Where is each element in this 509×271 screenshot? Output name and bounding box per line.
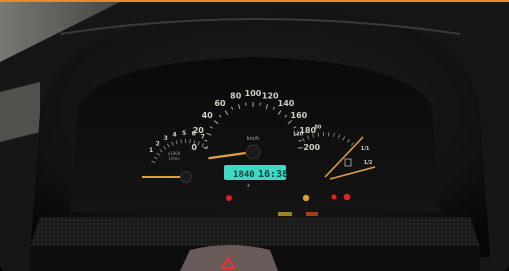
speedo-tick-label: 60 <box>214 99 226 108</box>
tach-unit-label: 1/min <box>168 156 180 161</box>
temp-tick-label: 120 <box>293 132 304 138</box>
speedo-tick <box>204 139 208 142</box>
oil-warning-light <box>302 194 310 202</box>
speedo-tick-label: 200 <box>303 143 320 152</box>
odometer-readout: 1840 <box>233 170 255 180</box>
battery-warning-light <box>226 195 232 201</box>
side-window <box>0 82 40 142</box>
speedo-tick <box>298 139 302 142</box>
speedo-tick-label: 20 <box>193 126 205 135</box>
brake-warning-light <box>331 194 337 200</box>
clock-readout: 16:38 <box>258 169 288 180</box>
fuel-tick-label: 1/1 <box>361 146 370 152</box>
tach-tick-label: 3 <box>164 135 168 142</box>
abs-warning-light <box>343 193 351 201</box>
cluster-svg: 123 4 5 6 7x10001/min 020406080 100 1201401601… <box>0 2 509 271</box>
speedo-tick-label: 100 <box>245 89 262 98</box>
speedo-tick-label: 0 <box>191 143 197 152</box>
cluster-face <box>70 57 440 212</box>
indicator-strip-amber <box>278 212 292 216</box>
tach-tick-label: 2 <box>156 140 160 147</box>
tach-tick-label: 1 <box>149 147 153 154</box>
speedo-tick-label: 40 <box>202 111 214 120</box>
instrument-cluster-photo: 1 2 3 4 5 6 7 x1000 1/min 0 20 40 60 80 100 120 140 160 1… <box>0 0 509 271</box>
tach-tick <box>180 139 182 144</box>
tach-tick-label: 4 <box>173 131 177 138</box>
mesh-shelf <box>30 217 480 247</box>
tach-tick-label: 5 <box>182 130 186 137</box>
indicator-strip-red <box>306 212 318 216</box>
speedo-unit-label: km/h <box>247 136 260 142</box>
speedo-hub <box>245 144 261 160</box>
speedo-tick-label: 80 <box>230 92 242 101</box>
speedo-tick-label: 120 <box>262 92 279 101</box>
fuel-tick-label: 1/2 <box>364 160 373 166</box>
temp-tick-label: 80 <box>314 124 321 130</box>
speedo-tick-label: 140 <box>278 99 295 108</box>
tach-hub <box>180 171 192 183</box>
speedo-tick-label: 160 <box>291 111 308 120</box>
